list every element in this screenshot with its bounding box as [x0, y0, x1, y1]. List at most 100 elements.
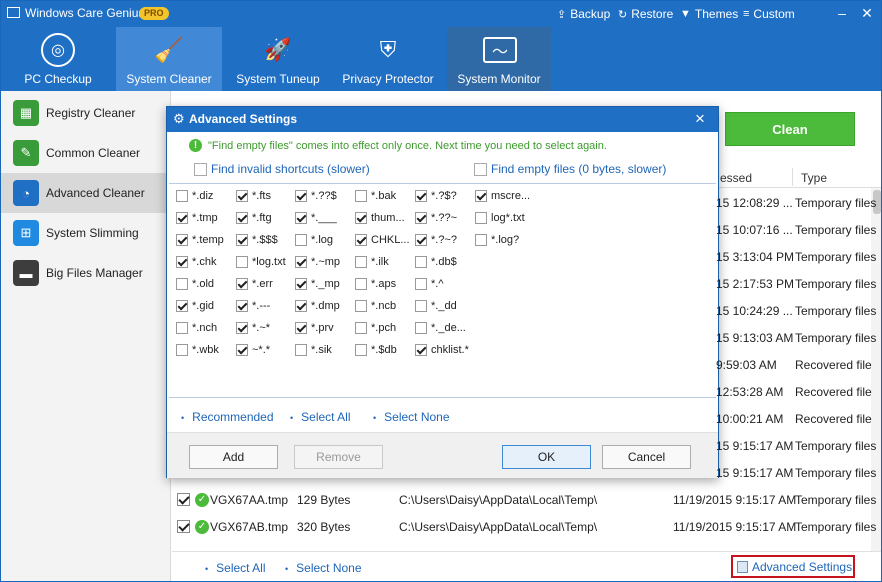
table-row[interactable]: 15 12:08:29 ... Temporary files — [172, 189, 876, 216]
shirt-icon: ▼ — [680, 8, 691, 20]
row-size: 320 Bytes — [297, 520, 351, 534]
themes-link[interactable]: ▼ Themes — [680, 7, 738, 21]
row-date: 11/19/2015 9:15:17 AM — [673, 493, 797, 507]
table-row[interactable]: 15 3:13:04 PM Temporary files — [172, 243, 876, 270]
brush-icon: ✎ — [13, 140, 39, 166]
table-row[interactable]: 10:00:21 AM Recovered file — [172, 405, 872, 432]
broom-icon: 🧹 — [154, 36, 184, 64]
select-all-link[interactable]: Select All — [205, 561, 265, 575]
tab-privacy-protector[interactable]: ⛨ Privacy Protector — [335, 27, 441, 91]
row-date: 9:59:03 AM — [716, 358, 777, 372]
row-date: 15 9:13:03 AM — [716, 331, 794, 345]
table-row[interactable]: 15 9:15:17 AM Temporary files — [172, 432, 876, 459]
row-size: 129 Bytes — [297, 493, 351, 507]
notice-text: "Find empty files" comes into effect onl… — [208, 139, 607, 152]
row-date: 15 9:15:17 AM — [716, 466, 794, 480]
dialog-title-bar: ⚙ Advanced Settings × — [167, 107, 718, 132]
monitor-icon: 〜 — [483, 37, 517, 63]
dialog-title: Advanced Settings — [189, 112, 298, 126]
row-path: C:\Users\Daisy\AppData\Local\Temp\ — [399, 493, 598, 507]
tab-label: System Cleaner — [126, 72, 212, 86]
tab-system-monitor[interactable]: 〜 System Monitor — [447, 27, 551, 91]
row-date: 15 3:13:04 PM — [716, 250, 795, 264]
find-invalid-shortcuts-option[interactable]: Find invalid shortcuts (slower) — [194, 162, 370, 176]
table-row[interactable]: 15 9:13:03 AM Temporary files — [172, 324, 876, 351]
row-type: Temporary files — [795, 493, 877, 507]
row-type: Temporary files — [795, 304, 877, 318]
custom-link[interactable]: ≡ Custom — [743, 7, 795, 21]
table-row[interactable]: 15 10:07:16 ... Temporary files — [172, 216, 876, 243]
tab-label: PC Checkup — [24, 72, 92, 86]
sidebar-item-label: Common Cleaner — [46, 146, 141, 160]
table-row[interactable]: 12:53:28 AM Recovered file — [172, 378, 872, 405]
gear-icon: ⚙ — [173, 111, 185, 126]
row-date: 10:00:21 AM — [716, 412, 784, 426]
radar-icon: ◎ — [41, 33, 75, 67]
app-title: Windows Care Genius — [25, 6, 145, 20]
sidebar-item-common-cleaner[interactable]: ✎ Common Cleaner — [1, 133, 171, 173]
table-row[interactable]: ✓ VGX67AB.tmp 320 Bytes C:\Users\Daisy\AppD… — [172, 513, 876, 540]
sidebar-item-label: System Slimming — [46, 226, 139, 240]
table-row[interactable]: 15 9:15:17 AM Temporary files — [172, 459, 876, 486]
sidebar-item-advanced-cleaner[interactable]: ◔ Advanced Cleaner — [1, 173, 171, 213]
rocket-icon: 🚀 — [264, 37, 292, 62]
sidebar-item-big-files-manager[interactable]: ▬ Big Files Manager — [1, 253, 171, 293]
wifi-icon: ◔ — [13, 180, 39, 206]
row-checkbox[interactable] — [177, 520, 190, 534]
restore-label: Restore — [631, 7, 674, 21]
backup-label: Backup — [570, 7, 611, 21]
table-row[interactable]: 15 2:17:53 PM Temporary files — [172, 270, 876, 297]
select-none-link[interactable]: Select None — [285, 561, 361, 575]
row-type: Temporary files — [795, 439, 877, 453]
grid-icon: ▦ — [13, 100, 39, 126]
row-name: VGX67AB.tmp — [210, 520, 289, 534]
shield-icon: ⛨ — [379, 37, 397, 62]
tab-label: System Tuneup — [236, 72, 320, 86]
check-circle-icon: ✓ — [195, 519, 209, 534]
empty-files-label: Find empty files (0 bytes, slower) — [491, 162, 667, 176]
folder-icon: ▬ — [13, 260, 39, 286]
advanced-settings-button[interactable]: Advanced Settings — [731, 555, 855, 578]
sidebar-item-system-slimming[interactable]: ⊞ System Slimming — [1, 213, 171, 253]
clean-button[interactable]: Clean — [725, 112, 855, 146]
row-type: Temporary files — [795, 223, 877, 237]
row-checkbox-cell — [177, 492, 190, 507]
check-circle-icon-cell: ✓ — [195, 492, 209, 507]
tab-pc-checkup[interactable]: ◎ PC Checkup — [5, 27, 111, 91]
shortcuts-checkbox[interactable] — [194, 162, 207, 176]
restore-link[interactable]: ↻ Restore — [618, 7, 673, 21]
minimize-button[interactable]: – — [834, 6, 850, 20]
tab-system-cleaner[interactable]: 🧹 System Cleaner — [116, 27, 222, 91]
table-row[interactable]: 15 10:24:29 ... Temporary files — [172, 297, 876, 324]
row-checkbox[interactable] — [177, 493, 190, 507]
close-window-button[interactable]: ✕ — [859, 6, 875, 20]
dialog-close-icon[interactable]: × — [695, 109, 705, 129]
find-empty-files-option[interactable]: Find empty files (0 bytes, slower) — [474, 162, 666, 176]
table-row[interactable]: ✓ VGX67AA.tmp 129 Bytes C:\Users\Daisy\AppD… — [172, 486, 876, 513]
row-date: 15 12:08:29 ... — [716, 196, 793, 210]
info-icon: ! — [189, 139, 202, 152]
column-accessed[interactable]: essed — [720, 171, 752, 185]
custom-label: Custom — [753, 7, 795, 21]
tab-system-tuneup[interactable]: 🚀 System Tuneup — [225, 27, 331, 91]
main-nav: ◎ PC Checkup 🧹 System Cleaner 🚀 System T… — [1, 27, 881, 91]
row-checkbox-cell — [177, 519, 190, 534]
app-window: Windows Care Genius PRO ⇪ Backup ↻ Restore… — [0, 0, 882, 582]
document-icon — [737, 560, 748, 573]
table-row[interactable]: 9:59:03 AM Recovered file — [172, 351, 872, 378]
row-date: 15 9:15:17 AM — [716, 439, 794, 453]
row-type: Recovered file — [795, 385, 872, 399]
row-date: 12:53:28 AM — [716, 385, 784, 399]
backup-link[interactable]: ⇪ Backup — [557, 7, 610, 21]
column-divider — [792, 168, 793, 186]
dialog-notice: ! "Find empty files" comes into effect o… — [189, 139, 607, 152]
row-name: VGX67AA.tmp — [210, 493, 289, 507]
list-icon: ≡ — [743, 8, 750, 20]
row-type: Temporary files — [795, 331, 877, 345]
sidebar-item-registry-cleaner[interactable]: ▦ Registry Cleaner — [1, 93, 171, 133]
column-type[interactable]: Type — [801, 171, 827, 185]
row-date: 11/19/2015 9:15:17 AM — [673, 520, 797, 534]
row-path: C:\Users\Daisy\AppData\Local\Temp\ — [399, 520, 598, 534]
empty-files-checkbox[interactable] — [474, 162, 487, 176]
windows-icon: ⊞ — [13, 220, 39, 246]
